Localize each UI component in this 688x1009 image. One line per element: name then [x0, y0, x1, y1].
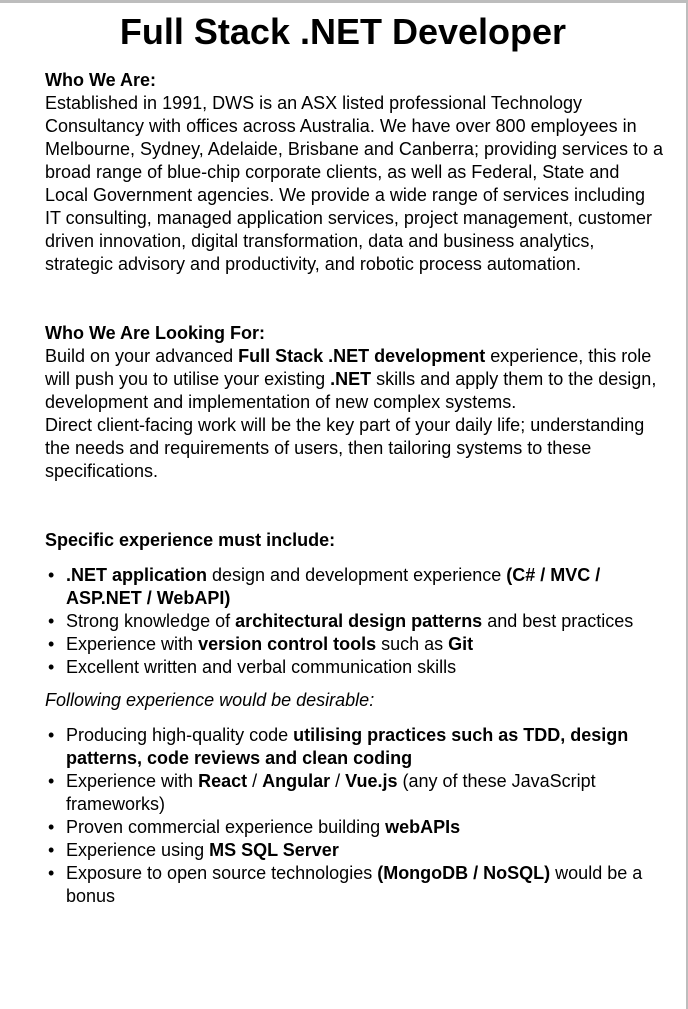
specific-experience-list: .NET application design and development …: [45, 564, 665, 679]
bold-text: .NET: [330, 369, 372, 389]
job-content: Who We Are: Established in 1991, DWS is …: [45, 69, 665, 908]
looking-for-paragraph-1: Build on your advanced Full Stack .NET d…: [45, 345, 665, 414]
text-run: Strong knowledge of: [66, 611, 236, 631]
looking-for-section: Who We Are Looking For: Build on your ad…: [45, 322, 665, 483]
list-item: Experience with React / Angular / Vue.js…: [45, 770, 665, 816]
bold-text: webAPIs: [385, 817, 461, 837]
list-item: Proven commercial experience building we…: [45, 816, 665, 839]
job-description-page: Full Stack .NET Developer Who We Are: Es…: [0, 0, 686, 1009]
list-item: Experience using MS SQL Server: [45, 839, 665, 862]
desirable-experience-section: Following experience would be desirable:…: [45, 689, 665, 908]
list-item: Strong knowledge of architectural design…: [45, 610, 665, 633]
text-run: Experience with: [66, 634, 199, 654]
list-item: Excellent written and verbal communicati…: [45, 656, 665, 679]
bold-text: (MongoDB / NoSQL): [377, 863, 551, 883]
who-we-are-section: Who We Are: Established in 1991, DWS is …: [45, 69, 665, 276]
text-run: Build on your advanced: [45, 346, 239, 366]
specific-experience-section: Specific experience must include: .NET a…: [45, 529, 665, 679]
text-run: Experience using: [66, 840, 210, 860]
text-run: and best practices: [482, 611, 634, 631]
bold-text: Full Stack .NET development: [238, 346, 486, 366]
bold-text: MS SQL Server: [209, 840, 339, 860]
text-run: /: [247, 771, 263, 791]
text-run: design and development experience: [207, 565, 507, 585]
looking-for-heading: Who We Are Looking For:: [45, 323, 265, 343]
page-title: Full Stack .NET Developer: [119, 11, 567, 52]
who-we-are-heading: Who We Are:: [45, 70, 156, 90]
specific-experience-heading: Specific experience must include:: [45, 530, 336, 550]
text-run: Experience with: [66, 771, 199, 791]
text-run: /: [330, 771, 346, 791]
list-item: .NET application design and development …: [45, 564, 665, 610]
list-item: Producing high-quality code utilising pr…: [45, 724, 665, 770]
bold-text: Git: [448, 634, 474, 654]
bold-text: Angular: [262, 771, 331, 791]
bold-text: React: [198, 771, 248, 791]
bold-text: .NET application: [66, 565, 208, 585]
desirable-experience-list: Producing high-quality code utilising pr…: [45, 724, 665, 908]
text-run: Excellent written and verbal communicati…: [66, 657, 457, 677]
who-we-are-body: Established in 1991, DWS is an ASX liste…: [45, 93, 664, 274]
text-run: Proven commercial experience building: [66, 817, 386, 837]
text-run: Producing high-quality code: [66, 725, 294, 745]
bold-text: Vue.js: [345, 771, 398, 791]
list-item: Exposure to open source technologies (Mo…: [45, 862, 665, 908]
bold-text: architectural design patterns: [235, 611, 483, 631]
bold-text: version control tools: [198, 634, 377, 654]
text-run: Exposure to open source technologies: [66, 863, 378, 883]
text-run: such as: [376, 634, 449, 654]
list-item: Experience with version control tools su…: [45, 633, 665, 656]
looking-for-paragraph-2: Direct client-facing work will be the ke…: [45, 415, 645, 481]
desirable-experience-heading: Following experience would be desirable:: [45, 690, 375, 710]
